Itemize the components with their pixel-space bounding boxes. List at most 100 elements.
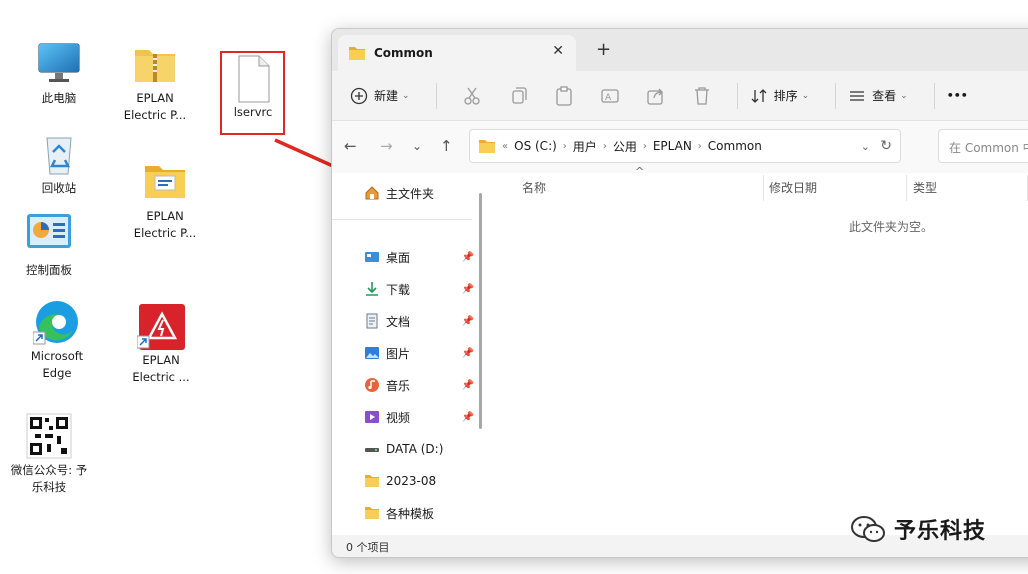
back-icon[interactable]: ← bbox=[344, 137, 357, 155]
item-count: 0 个项目 bbox=[346, 541, 390, 554]
nav-label: 下载 bbox=[386, 282, 411, 297]
divider bbox=[736, 82, 738, 109]
breadcrumb-item[interactable]: OS (C:) bbox=[514, 139, 557, 153]
pin-icon[interactable]: 📌 bbox=[462, 316, 474, 327]
cut-icon[interactable] bbox=[461, 85, 483, 107]
copy-icon[interactable] bbox=[507, 85, 529, 107]
view-label: 查看 bbox=[872, 89, 897, 103]
new-label: 新建 bbox=[374, 89, 399, 103]
watermark: 予乐科技 bbox=[850, 513, 986, 545]
refresh-icon[interactable]: ↻ bbox=[880, 138, 892, 154]
nav-label: 桌面 bbox=[386, 250, 411, 265]
chevron-right-icon: › bbox=[697, 140, 702, 152]
watermark-text: 予乐科技 bbox=[894, 519, 987, 544]
sort-button[interactable]: 排序 ⌄ bbox=[750, 87, 810, 105]
view-list-icon bbox=[850, 90, 865, 101]
sort-icon bbox=[751, 88, 767, 103]
chevron-down-icon: ⌄ bbox=[801, 90, 810, 101]
nav-item-drive-d[interactable]: DATA (D:) bbox=[364, 437, 474, 461]
breadcrumb-item[interactable]: Common bbox=[708, 139, 762, 153]
nav-item-downloads[interactable]: 下载 📌 bbox=[364, 277, 474, 301]
nav-item-home[interactable]: 主文件夹 bbox=[364, 181, 474, 205]
column-divider[interactable] bbox=[906, 175, 907, 201]
nav-item-pictures[interactable]: 图片 📌 bbox=[364, 341, 474, 365]
nav-label: 视频 bbox=[386, 410, 411, 425]
folder-icon bbox=[349, 47, 365, 60]
document-icon bbox=[366, 313, 378, 329]
divider bbox=[435, 82, 437, 109]
new-button[interactable]: 新建 ⌄ bbox=[350, 87, 410, 105]
column-divider[interactable] bbox=[763, 175, 764, 201]
nav-item-templates[interactable]: 各种模板 bbox=[364, 501, 474, 525]
plus-circle-icon bbox=[350, 87, 368, 104]
folder-icon bbox=[365, 507, 379, 519]
explorer-window: Common ✕ + 新建 ⌄ A 排序 ⌄ 查看 ⌄ ••• ← → ⌄ ↑ … bbox=[331, 28, 1028, 558]
nav-item-videos[interactable]: 视频 📌 bbox=[364, 405, 474, 429]
navigation-pane: 主文件夹 桌面 📌 下载 📌 文档 📌 图片 📌 音乐 📌 视频 📌 DATA … bbox=[332, 173, 487, 535]
sort-indicator-icon: ^ bbox=[635, 165, 645, 178]
nav-label: 音乐 bbox=[386, 378, 411, 393]
rename-icon[interactable]: A bbox=[599, 85, 621, 107]
empty-folder-message: 此文件夹为空。 bbox=[849, 220, 934, 234]
svg-text:A: A bbox=[605, 93, 612, 103]
share-icon[interactable] bbox=[645, 85, 667, 107]
divider bbox=[332, 219, 472, 220]
delete-icon[interactable] bbox=[691, 85, 713, 107]
divider bbox=[835, 82, 837, 109]
nav-label: 图片 bbox=[386, 346, 411, 361]
pin-icon[interactable]: 📌 bbox=[462, 348, 474, 359]
overflow-chevron-icon[interactable]: « bbox=[502, 141, 508, 152]
tab-title: Common bbox=[374, 46, 433, 60]
more-icon: ••• bbox=[946, 89, 968, 102]
download-icon bbox=[366, 282, 378, 296]
more-button[interactable]: ••• bbox=[947, 89, 968, 102]
address-bar-row: ← → ⌄ ↑ « OS (C:) › 用户 › 公用 › EPLAN › Co… bbox=[332, 121, 1028, 173]
folder-icon bbox=[479, 140, 495, 153]
column-header-type[interactable]: 类型 bbox=[913, 179, 937, 196]
pin-icon[interactable]: 📌 bbox=[462, 380, 474, 391]
chevron-down-icon: ⌄ bbox=[402, 90, 410, 101]
nav-label: 文档 bbox=[386, 314, 411, 329]
chevron-right-icon: › bbox=[602, 140, 607, 152]
desktop-icon bbox=[365, 252, 379, 262]
folder-icon bbox=[365, 475, 379, 487]
forward-icon[interactable]: → bbox=[380, 137, 393, 155]
chevron-down-icon: ⌄ bbox=[900, 90, 908, 101]
nav-item-desktop[interactable]: 桌面 📌 bbox=[364, 245, 474, 269]
nav-label: 各种模板 bbox=[386, 506, 435, 521]
explorer-body: 主文件夹 桌面 📌 下载 📌 文档 📌 图片 📌 音乐 📌 视频 📌 DATA … bbox=[332, 165, 1028, 535]
view-button[interactable]: 查看 ⌄ bbox=[848, 87, 908, 105]
recent-chevron-icon[interactable]: ⌄ bbox=[412, 139, 422, 153]
picture-icon bbox=[365, 347, 379, 359]
nav-label: DATA (D:) bbox=[386, 442, 444, 456]
close-tab-icon[interactable]: ✕ bbox=[552, 43, 564, 59]
nav-label: 主文件夹 bbox=[386, 186, 435, 201]
video-icon bbox=[365, 411, 379, 423]
column-header-modified[interactable]: 修改日期 bbox=[769, 179, 817, 196]
breadcrumb-item[interactable]: 用户 bbox=[573, 138, 597, 155]
search-input[interactable]: 在 Common 中 bbox=[938, 129, 1028, 163]
paste-icon[interactable] bbox=[553, 85, 575, 107]
nav-scrollbar[interactable] bbox=[479, 193, 482, 429]
chevron-right-icon: › bbox=[562, 140, 567, 152]
new-tab-button[interactable]: + bbox=[596, 39, 611, 60]
breadcrumb-item[interactable]: 公用 bbox=[613, 138, 637, 155]
column-header-name[interactable]: 名称 bbox=[522, 179, 546, 196]
command-bar: 新建 ⌄ A 排序 ⌄ 查看 ⌄ ••• bbox=[332, 71, 1028, 121]
pin-icon[interactable]: 📌 bbox=[462, 412, 474, 423]
chevron-right-icon: › bbox=[642, 140, 647, 152]
home-icon bbox=[365, 186, 379, 200]
nav-item-music[interactable]: 音乐 📌 bbox=[364, 373, 474, 397]
pin-icon[interactable]: 📌 bbox=[462, 284, 474, 295]
pin-icon[interactable]: 📌 bbox=[462, 252, 474, 263]
address-path[interactable]: « OS (C:) › 用户 › 公用 › EPLAN › Common ⌄ ↻ bbox=[469, 129, 901, 163]
sort-label: 排序 bbox=[773, 89, 798, 103]
tab-common[interactable]: Common ✕ bbox=[338, 35, 576, 71]
up-icon[interactable]: ↑ bbox=[440, 137, 453, 155]
nav-label: 2023-08 bbox=[386, 474, 437, 488]
nav-item-folder-2023-08[interactable]: 2023-08 bbox=[364, 469, 474, 493]
divider bbox=[933, 82, 935, 109]
breadcrumb-item[interactable]: EPLAN bbox=[653, 139, 692, 153]
nav-item-documents[interactable]: 文档 📌 bbox=[364, 309, 474, 333]
path-dropdown-icon[interactable]: ⌄ bbox=[861, 140, 870, 153]
